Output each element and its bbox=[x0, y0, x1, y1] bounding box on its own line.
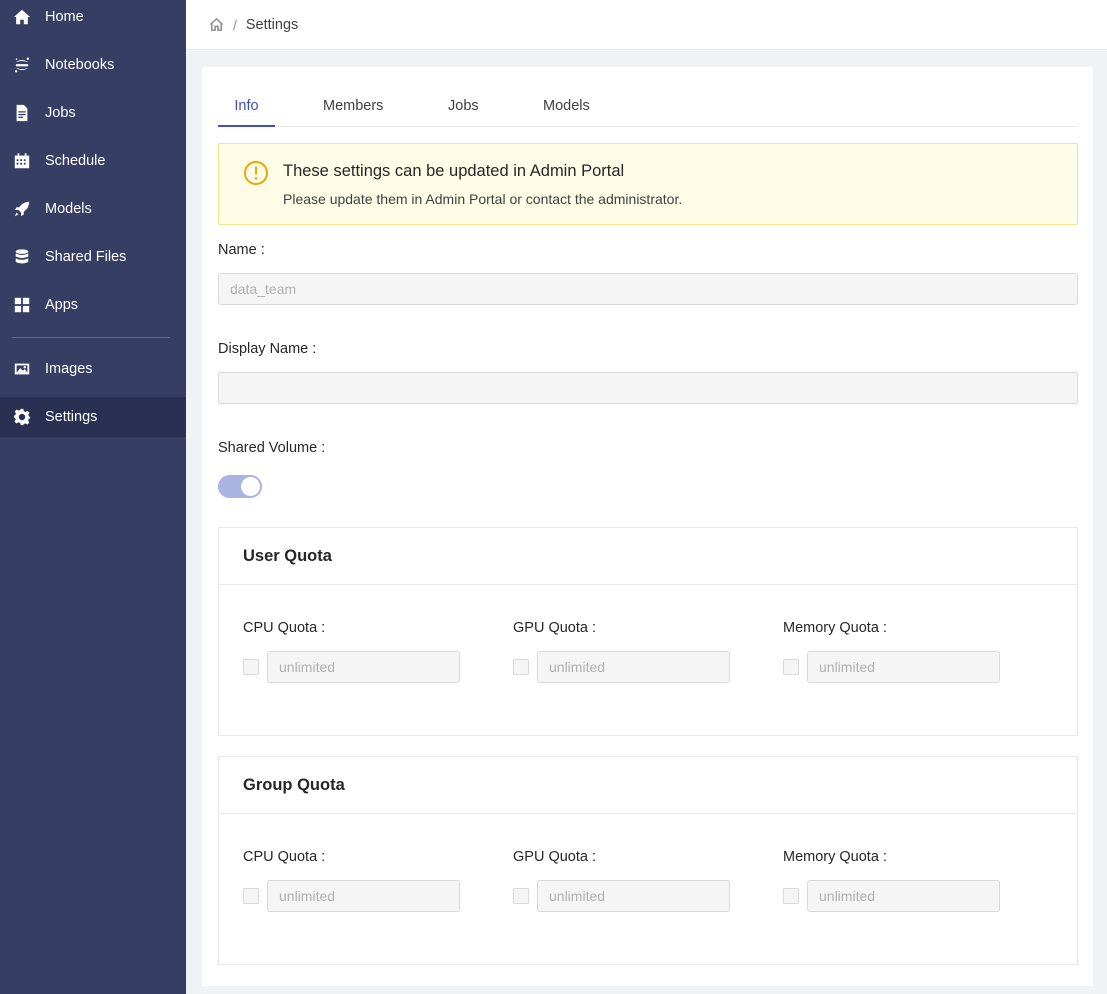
sidebar-item-jobs[interactable]: Jobs bbox=[0, 93, 186, 133]
label-colon: : bbox=[321, 849, 326, 865]
user-memory-quota-checkbox[interactable] bbox=[783, 659, 799, 675]
rocket-icon bbox=[12, 199, 32, 219]
jupyter-icon bbox=[12, 55, 32, 75]
label-colon: : bbox=[321, 620, 326, 636]
user-memory-quota-input[interactable] bbox=[807, 651, 1000, 683]
calendar-icon bbox=[12, 151, 32, 171]
sidebar-item-home[interactable]: Home bbox=[0, 0, 186, 37]
image-icon bbox=[12, 359, 32, 379]
group-memory-quota-input[interactable] bbox=[807, 880, 1000, 912]
settings-card: Info Members Jobs Models These settings … bbox=[202, 67, 1093, 986]
sidebar-item-label: Home bbox=[45, 9, 84, 25]
label-colon: : bbox=[882, 849, 887, 865]
breadcrumb-current: Settings bbox=[245, 16, 299, 33]
group-gpu-quota-label: GPU Quota: bbox=[513, 849, 596, 865]
group-memory-quota-checkbox[interactable] bbox=[783, 888, 799, 904]
document-icon bbox=[12, 103, 32, 123]
label-text: GPU Quota bbox=[513, 620, 588, 636]
group-memory-quota-label: Memory Quota: bbox=[783, 849, 887, 865]
alert-description: Please update them in Admin Portal or co… bbox=[283, 191, 683, 207]
group-cpu-quota-input[interactable] bbox=[267, 880, 460, 912]
name-label: Name: bbox=[218, 242, 265, 258]
user-memory-quota-label: Memory Quota: bbox=[783, 620, 887, 636]
home-icon bbox=[12, 7, 32, 27]
sidebar-item-settings[interactable]: Settings bbox=[0, 397, 186, 437]
tab-jobs[interactable]: Jobs bbox=[448, 89, 479, 127]
home-icon[interactable] bbox=[209, 17, 224, 32]
label-colon: : bbox=[260, 242, 265, 258]
group-cpu-quota-label: CPU Quota: bbox=[243, 849, 325, 865]
breadcrumb: / Settings bbox=[186, 0, 1107, 50]
label-colon: : bbox=[321, 440, 326, 456]
sidebar-item-label: Jobs bbox=[45, 105, 76, 121]
warning-alert: These settings can be updated in Admin P… bbox=[218, 143, 1078, 225]
sidebar-item-label: Models bbox=[45, 201, 92, 217]
user-gpu-quota-checkbox[interactable] bbox=[513, 659, 529, 675]
sidebar-item-label: Apps bbox=[45, 297, 79, 313]
sidebar-item-notebooks[interactable]: Notebooks bbox=[0, 45, 186, 85]
sidebar-item-models[interactable]: Models bbox=[0, 189, 186, 229]
user-cpu-quota-checkbox[interactable] bbox=[243, 659, 259, 675]
label-colon: : bbox=[882, 620, 887, 636]
breadcrumb-separator: / bbox=[233, 16, 237, 33]
toggle-knob bbox=[241, 477, 260, 496]
label-colon: : bbox=[312, 341, 317, 357]
group-gpu-quota-input[interactable] bbox=[537, 880, 730, 912]
sidebar-item-images[interactable]: Images bbox=[0, 349, 186, 389]
user-gpu-quota-label: GPU Quota: bbox=[513, 620, 596, 636]
label-text: Memory Quota bbox=[783, 620, 879, 636]
label-colon: : bbox=[591, 849, 596, 865]
user-cpu-quota-label: CPU Quota: bbox=[243, 620, 325, 636]
shared-volume-label: Shared Volume: bbox=[218, 440, 325, 456]
tab-info[interactable]: Info bbox=[218, 89, 275, 127]
sidebar-divider bbox=[12, 337, 170, 338]
label-text: CPU Quota bbox=[243, 620, 318, 636]
divider bbox=[219, 584, 1077, 585]
sidebar-item-label: Settings bbox=[45, 409, 98, 425]
user-quota-panel: User Quota CPU Quota: GPU Quota: Memory … bbox=[218, 527, 1078, 736]
display-name-label: Display Name: bbox=[218, 341, 316, 357]
group-quota-panel: Group Quota CPU Quota: GPU Quota: Memory… bbox=[218, 756, 1078, 965]
exclamation-circle-icon bbox=[244, 161, 268, 185]
display-name-input[interactable] bbox=[218, 372, 1078, 404]
sidebar-item-label: Shared Files bbox=[45, 249, 127, 265]
label-text: Memory Quota bbox=[783, 849, 879, 865]
name-input[interactable] bbox=[218, 273, 1078, 305]
sidebar-item-label: Images bbox=[45, 361, 93, 377]
database-icon bbox=[12, 247, 32, 267]
tab-members[interactable]: Members bbox=[323, 89, 383, 127]
gear-icon bbox=[12, 407, 32, 427]
alert-title: These settings can be updated in Admin P… bbox=[283, 162, 625, 180]
tab-bar: Info Members Jobs Models bbox=[218, 89, 1078, 127]
label-colon: : bbox=[591, 620, 596, 636]
group-quota-title: Group Quota bbox=[243, 776, 345, 794]
shared-volume-label-text: Shared Volume bbox=[218, 440, 318, 456]
shared-volume-toggle[interactable] bbox=[218, 475, 262, 498]
divider bbox=[219, 813, 1077, 814]
label-text: CPU Quota bbox=[243, 849, 318, 865]
sidebar-item-schedule[interactable]: Schedule bbox=[0, 141, 186, 181]
user-gpu-quota-input[interactable] bbox=[537, 651, 730, 683]
group-gpu-quota-checkbox[interactable] bbox=[513, 888, 529, 904]
sidebar: Home Notebooks Jobs Schedule Models Shar… bbox=[0, 0, 186, 994]
sidebar-item-shared-files[interactable]: Shared Files bbox=[0, 237, 186, 277]
user-cpu-quota-input[interactable] bbox=[267, 651, 460, 683]
tab-models[interactable]: Models bbox=[543, 89, 590, 127]
label-text: GPU Quota bbox=[513, 849, 588, 865]
display-name-label-text: Display Name bbox=[218, 341, 309, 357]
sidebar-item-label: Schedule bbox=[45, 153, 106, 169]
grid-icon bbox=[12, 295, 32, 315]
user-quota-title: User Quota bbox=[243, 547, 332, 565]
group-cpu-quota-checkbox[interactable] bbox=[243, 888, 259, 904]
sidebar-item-apps[interactable]: Apps bbox=[0, 285, 186, 325]
sidebar-item-label: Notebooks bbox=[45, 57, 115, 73]
name-label-text: Name bbox=[218, 242, 257, 258]
